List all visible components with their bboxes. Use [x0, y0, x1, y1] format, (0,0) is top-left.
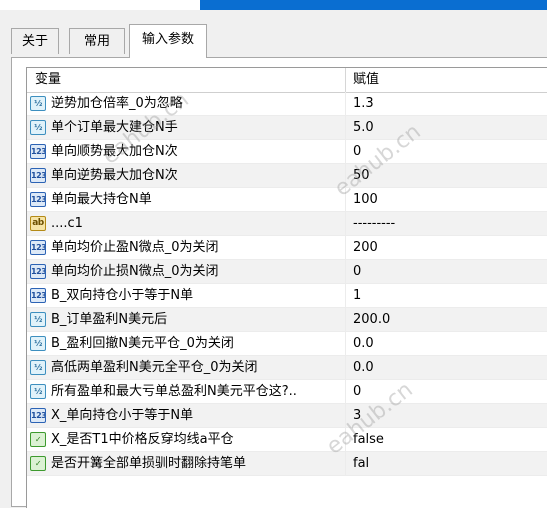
table-row[interactable]: ✓ 是否开篝全部单损驯时翻除持笔单 fal — [27, 452, 547, 476]
parameter-value[interactable]: 0 — [353, 140, 361, 164]
header-variable[interactable]: 变量 — [35, 68, 61, 92]
parameter-name: 单向均价止盈N微点_0为关闭 — [51, 240, 219, 255]
table-header: 变量 赋值 — [27, 68, 547, 93]
parameter-value[interactable]: 100 — [353, 188, 378, 212]
tab-strip: 关于 常用 输入参数 — [0, 24, 547, 58]
double-type-icon: ½ — [30, 120, 46, 135]
double-type-icon: ½ — [30, 96, 46, 111]
parameter-value[interactable]: 50 — [353, 164, 370, 188]
parameter-name: ....c1 — [51, 216, 83, 231]
table-row[interactable]: 123 单向均价止损N微点_0为关闭 0 — [27, 260, 547, 284]
parameter-name: 单个订单最大建仓N手 — [51, 120, 178, 135]
parameter-value[interactable]: 3 — [353, 404, 361, 428]
string-type-icon: ab — [30, 216, 46, 231]
integer-type-icon: 123 — [30, 192, 46, 207]
column-divider — [345, 164, 346, 188]
column-divider — [345, 236, 346, 260]
boolean-type-icon: ✓ — [30, 432, 46, 447]
parameter-value[interactable]: fal — [353, 452, 369, 476]
integer-type-icon: 123 — [30, 288, 46, 303]
integer-type-icon: 123 — [30, 408, 46, 423]
column-divider — [345, 212, 346, 236]
parameter-name: 所有盈单和最大亏单总盈利N美元平仓这?.. — [51, 384, 297, 399]
parameter-value[interactable]: 200.0 — [353, 308, 390, 332]
header-value[interactable]: 赋值 — [353, 68, 379, 92]
parameter-value[interactable]: 200 — [353, 236, 378, 260]
parameter-value[interactable]: 0.0 — [353, 332, 374, 356]
window-title-bar — [0, 0, 547, 10]
tab-common[interactable]: 常用 — [69, 28, 125, 54]
double-type-icon: ½ — [30, 360, 46, 375]
column-divider — [345, 380, 346, 404]
tab-input-parameters[interactable]: 输入参数 — [129, 24, 207, 58]
table-row[interactable]: 123 单向最大持仓N单 100 — [27, 188, 547, 212]
parameter-value[interactable]: false — [353, 428, 384, 452]
table-row[interactable]: ✓ X_是否T1中价格反穿均线a平仓 false — [27, 428, 547, 452]
column-divider — [345, 140, 346, 164]
integer-type-icon: 123 — [30, 264, 46, 279]
input-parameters-panel: 变量 赋值 ½ 逆势加仓倍率_0为忽略 1.3 ½ 单个订单最大建仓N手 5.0 123 单向… — [11, 57, 547, 508]
integer-type-icon: 123 — [30, 240, 46, 255]
column-divider — [345, 92, 346, 116]
parameter-value[interactable]: 0 — [353, 380, 361, 404]
column-divider — [345, 452, 346, 476]
table-row[interactable]: ½ B_盈利回撤N美元平仓_0为关闭 0.0 — [27, 332, 547, 356]
parameter-name: X_单向持仓小于等于N单 — [51, 408, 194, 423]
table-row[interactable]: 123 B_双向持仓小于等于N单 1 — [27, 284, 547, 308]
table-row[interactable]: 123 单向逆势最大加仓N次 50 — [27, 164, 547, 188]
table-row[interactable]: ½ 高低两单盈利N美元全平仓_0为关闭 0.0 — [27, 356, 547, 380]
header-divider[interactable] — [345, 68, 346, 92]
parameter-name: B_订单盈利N美元后 — [51, 312, 168, 327]
table-row[interactable]: ½ B_订单盈利N美元后 200.0 — [27, 308, 547, 332]
parameter-name: 单向逆势最大加仓N次 — [51, 168, 178, 183]
tab-about[interactable]: 关于 — [11, 28, 59, 54]
title-bar-active-region — [200, 0, 547, 10]
double-type-icon: ½ — [30, 384, 46, 399]
double-type-icon: ½ — [30, 312, 46, 327]
table-row[interactable]: 123 单向均价止盈N微点_0为关闭 200 — [27, 236, 547, 260]
parameter-name: 逆势加仓倍率_0为忽略 — [51, 96, 183, 111]
column-divider — [345, 332, 346, 356]
parameter-name: B_盈利回撤N美元平仓_0为关闭 — [51, 336, 234, 351]
column-divider — [345, 284, 346, 308]
column-divider — [345, 356, 346, 380]
table-row[interactable]: 123 X_单向持仓小于等于N单 3 — [27, 404, 547, 428]
parameter-name: B_双向持仓小于等于N单 — [51, 288, 194, 303]
column-divider — [345, 428, 346, 452]
parameter-value[interactable]: 1.3 — [353, 92, 374, 116]
column-divider — [345, 308, 346, 332]
column-divider — [345, 404, 346, 428]
parameter-name: 单向顺势最大加仓N次 — [51, 144, 178, 159]
parameter-value[interactable]: 1 — [353, 284, 361, 308]
integer-type-icon: 123 — [30, 144, 46, 159]
table-row[interactable]: ab ....c1 --------- — [27, 212, 547, 236]
double-type-icon: ½ — [30, 336, 46, 351]
boolean-type-icon: ✓ — [30, 456, 46, 471]
parameter-value[interactable]: 0 — [353, 260, 361, 284]
parameter-value[interactable]: --------- — [353, 212, 395, 236]
column-divider — [345, 116, 346, 140]
parameter-name: 高低两单盈利N美元全平仓_0为关闭 — [51, 360, 258, 375]
parameter-name: 单向均价止损N微点_0为关闭 — [51, 264, 219, 279]
parameter-name: 单向最大持仓N单 — [51, 192, 152, 207]
table-row[interactable]: ½ 所有盈单和最大亏单总盈利N美元平仓这?.. 0 — [27, 380, 547, 404]
column-divider — [345, 260, 346, 284]
table-row[interactable]: ½ 逆势加仓倍率_0为忽略 1.3 — [27, 92, 547, 116]
table-row[interactable]: 123 单向顺势最大加仓N次 0 — [27, 140, 547, 164]
parameters-table[interactable]: 变量 赋值 ½ 逆势加仓倍率_0为忽略 1.3 ½ 单个订单最大建仓N手 5.0 123 单向… — [26, 67, 547, 508]
parameter-value[interactable]: 5.0 — [353, 116, 374, 140]
integer-type-icon: 123 — [30, 168, 46, 183]
parameter-value[interactable]: 0.0 — [353, 356, 374, 380]
table-row[interactable]: ½ 单个订单最大建仓N手 5.0 — [27, 116, 547, 140]
parameter-name: X_是否T1中价格反穿均线a平仓 — [51, 432, 234, 447]
column-divider — [345, 188, 346, 212]
parameter-name: 是否开篝全部单损驯时翻除持笔单 — [51, 456, 247, 471]
